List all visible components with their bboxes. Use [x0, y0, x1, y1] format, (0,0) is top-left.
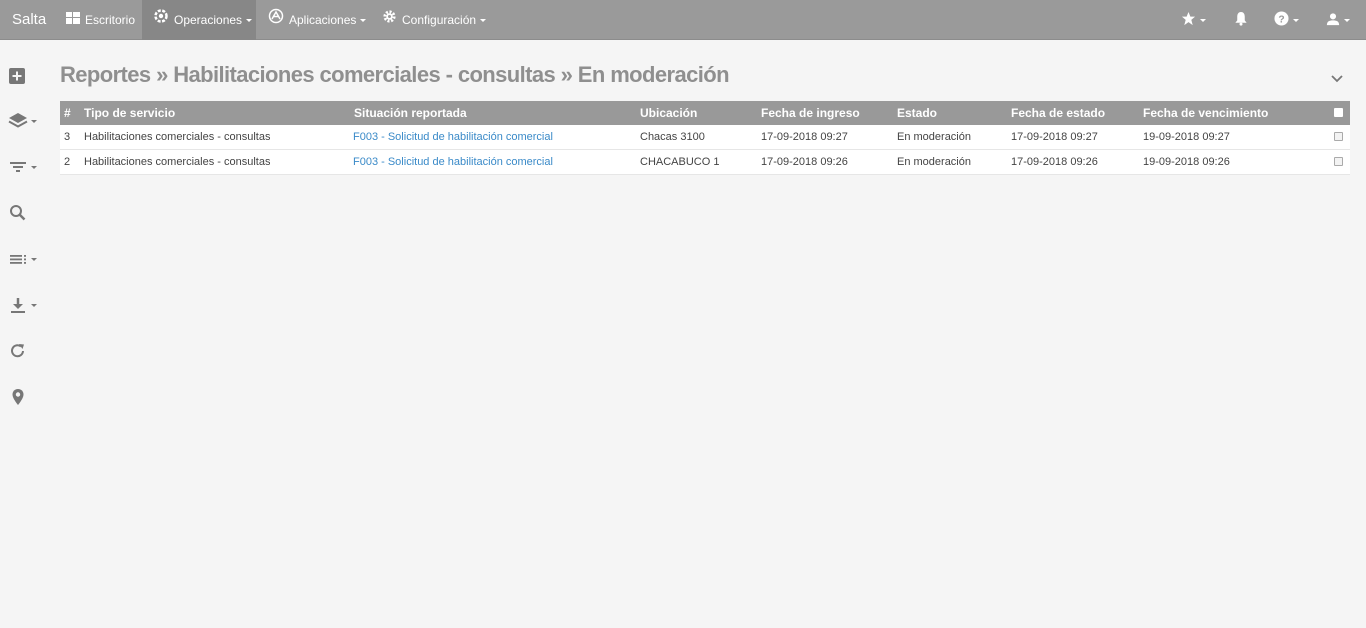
chevron-down-icon — [246, 19, 253, 23]
user-icon — [1326, 12, 1340, 29]
sidebar-search-button[interactable] — [8, 198, 44, 228]
sidebar-refresh-button[interactable] — [8, 336, 44, 366]
dashboard-icon — [66, 0, 80, 40]
top-navbar: Salta Escritorio Operaciones Aplicacione… — [0, 0, 1366, 40]
table-header: # Tipo de servicio Situación reportada U… — [60, 101, 1350, 125]
nav-operaciones[interactable]: Operaciones — [142, 0, 256, 40]
row-checkbox[interactable] — [1334, 157, 1343, 166]
add-icon — [8, 67, 26, 85]
row-num: 3 — [64, 131, 71, 143]
row-tipo: Habilitaciones comerciales - consultas — [84, 156, 271, 168]
row-num: 2 — [64, 156, 71, 168]
nav-configuracion-label: Configuración — [402, 13, 477, 27]
user-menu[interactable] — [1326, 0, 1350, 40]
search-icon — [8, 204, 28, 222]
sidebar-list-button[interactable] — [8, 244, 44, 274]
row-checkbox[interactable] — [1334, 132, 1343, 141]
notifications-button[interactable] — [1234, 0, 1248, 40]
col-header-estado[interactable]: Estado — [897, 101, 937, 125]
refresh-icon — [8, 342, 28, 360]
row-vencimiento: 19-09-2018 09:26 — [1143, 156, 1230, 168]
col-header-num[interactable]: # — [64, 101, 71, 125]
help-menu[interactable]: ? — [1274, 0, 1299, 40]
chevron-down-icon — [480, 19, 487, 23]
row-fecha-estado: 17-09-2018 09:26 — [1011, 156, 1098, 168]
page-title: Reportes » Habilitaciones comerciales - … — [60, 62, 730, 87]
nav-escritorio-label: Escritorio — [85, 13, 136, 27]
nav-escritorio[interactable]: Escritorio — [55, 0, 146, 40]
bell-icon — [1234, 11, 1248, 29]
row-situacion-link[interactable]: F003 - Solicitud de habilitación comerci… — [353, 125, 553, 149]
download-icon — [8, 296, 28, 314]
favorites-menu[interactable] — [1181, 0, 1206, 40]
location-pin-icon — [8, 387, 28, 407]
chevron-down-icon — [31, 303, 37, 307]
sidebar-filter-button[interactable] — [8, 152, 44, 182]
help-icon: ? — [1274, 11, 1289, 29]
chevron-down-icon — [360, 19, 367, 23]
chevron-down-icon — [31, 165, 37, 169]
select-all-checkbox[interactable] — [1334, 108, 1343, 117]
col-header-fecha-estado[interactable]: Fecha de estado — [1011, 101, 1105, 125]
brand-logo[interactable]: Salta — [12, 0, 46, 40]
settings-gear-icon — [382, 0, 397, 40]
svg-text:?: ? — [1278, 14, 1284, 25]
chevron-down-icon — [1344, 18, 1350, 22]
table-row[interactable]: 2 Habilitaciones comerciales - consultas… — [60, 150, 1350, 175]
nav-configuracion[interactable]: Configuración — [371, 0, 497, 40]
col-header-situacion[interactable]: Situación reportada — [354, 101, 467, 125]
col-header-ingreso[interactable]: Fecha de ingreso — [761, 101, 860, 125]
layers-icon — [8, 112, 28, 130]
col-header-vencimiento[interactable]: Fecha de vencimiento — [1143, 101, 1268, 125]
nav-aplicaciones[interactable]: Aplicaciones — [257, 0, 377, 40]
chevron-down-icon — [31, 257, 37, 261]
row-tipo: Habilitaciones comerciales - consultas — [84, 131, 271, 143]
nav-operaciones-label: Operaciones — [174, 13, 243, 27]
col-header-ubicacion[interactable]: Ubicación — [640, 101, 697, 125]
row-vencimiento: 19-09-2018 09:27 — [1143, 131, 1230, 143]
reports-table: # Tipo de servicio Situación reportada U… — [60, 101, 1350, 175]
sidebar-download-button[interactable] — [8, 290, 44, 320]
filter-icon — [8, 159, 28, 175]
chevron-down-icon — [1329, 75, 1345, 89]
apps-icon — [268, 0, 284, 40]
row-situacion-link[interactable]: F003 - Solicitud de habilitación comerci… — [353, 150, 553, 174]
operations-gear-icon — [153, 0, 169, 40]
table-row[interactable]: 3 Habilitaciones comerciales - consultas… — [60, 125, 1350, 150]
col-header-tipo[interactable]: Tipo de servicio — [84, 101, 175, 125]
row-ubicacion: CHACABUCO 1 — [640, 156, 720, 168]
list-icon — [8, 251, 28, 267]
sidebar-location-button[interactable] — [8, 382, 44, 412]
sidebar-layers-button[interactable] — [8, 106, 44, 136]
chevron-down-icon — [1200, 18, 1206, 22]
row-ubicacion: Chacas 3100 — [640, 131, 705, 143]
row-estado: En moderación — [897, 131, 971, 143]
row-estado: En moderación — [897, 156, 971, 168]
row-ingreso: 17-09-2018 09:27 — [761, 131, 848, 143]
row-fecha-estado: 17-09-2018 09:27 — [1011, 131, 1098, 143]
row-ingreso: 17-09-2018 09:26 — [761, 156, 848, 168]
star-icon — [1181, 11, 1196, 29]
nav-aplicaciones-label: Aplicaciones — [289, 13, 357, 27]
collapse-toggle[interactable] — [1329, 70, 1345, 86]
sidebar-add-button[interactable] — [8, 61, 44, 91]
chevron-down-icon — [31, 119, 37, 123]
chevron-down-icon — [1293, 18, 1299, 22]
